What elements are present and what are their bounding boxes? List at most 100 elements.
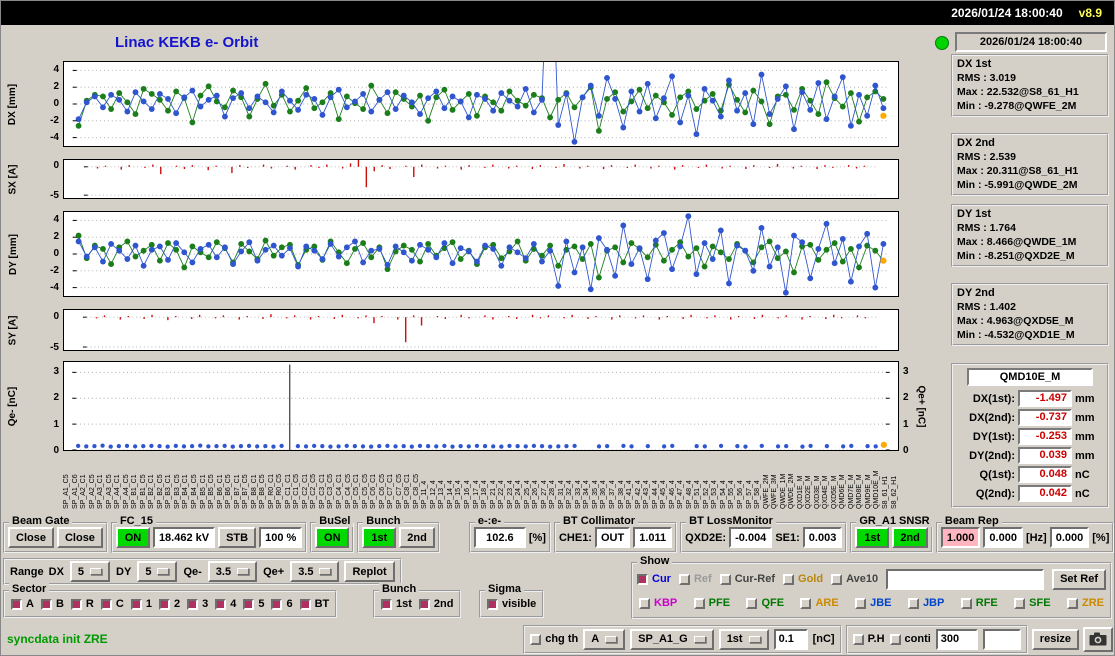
extra-input[interactable] xyxy=(982,628,1021,650)
ph-checkbox-box[interactable] xyxy=(852,633,864,645)
checkbox-box[interactable] xyxy=(639,597,650,609)
qmd-row-unit: mm xyxy=(1075,411,1095,424)
sigma-visible-checkbox[interactable]: visible xyxy=(487,598,536,610)
sector-3-checkbox[interactable]: 3 xyxy=(187,598,208,610)
checkbox-box[interactable] xyxy=(40,598,52,610)
bunch-2nd-button[interactable]: 2nd xyxy=(399,527,435,548)
sector-b-checkbox[interactable]: B xyxy=(40,598,64,610)
show-are-checkbox[interactable]: ARE xyxy=(800,597,839,609)
ph-checkbox[interactable]: P.H xyxy=(852,633,885,645)
qmd-row-unit: mm xyxy=(1075,392,1095,405)
checkbox-box[interactable] xyxy=(299,598,311,610)
checkbox-box[interactable] xyxy=(100,598,112,610)
bunch-2nd-checkbox[interactable]: 2nd xyxy=(418,598,453,610)
group-busel: BuSel ON xyxy=(310,515,355,553)
sector-select-combo[interactable]: A xyxy=(583,628,626,650)
conti-checkbox-box[interactable] xyxy=(889,633,901,645)
interval-input[interactable] xyxy=(935,628,978,650)
busel-on-button[interactable]: ON xyxy=(315,527,350,548)
checkbox-box[interactable] xyxy=(907,597,919,609)
bunch-1st-button[interactable]: 1st xyxy=(362,527,397,548)
checkbox-box[interactable] xyxy=(187,598,199,610)
show-rfe-checkbox[interactable]: RFE xyxy=(960,597,998,609)
checkbox-box[interactable] xyxy=(215,598,227,610)
checkbox-box[interactable] xyxy=(678,573,690,585)
bpm-select-combo[interactable]: SP_A1_G xyxy=(630,628,714,650)
qmd-panel: QMD10E_M DX(1st): -1.497 mm DX(2nd): -0.737 m… xyxy=(951,363,1109,508)
main-window: 2026/01/24 18:00:40 v8.9 Linac KEKB e- O… xyxy=(0,0,1115,656)
range-dx-combo[interactable]: 5 xyxy=(69,561,111,582)
qmd-row-label: DX(1st): xyxy=(972,392,1015,405)
fc15-stb-button[interactable]: STB xyxy=(218,527,257,548)
group-beam-rep: Beam Rep 1.000 0.000 [Hz] 0.000 [%] xyxy=(935,515,1114,553)
qmd-row-unit: mm xyxy=(1075,449,1095,462)
beam-gate-close-2-button[interactable]: Close xyxy=(56,527,103,548)
checkbox-label: KBP xyxy=(654,597,678,609)
gr-snsr-1st-button[interactable]: 1st xyxy=(855,527,890,548)
show-zre-checkbox[interactable]: ZRE xyxy=(1066,597,1104,609)
fc15-on-button[interactable]: ON xyxy=(115,527,150,548)
show-cur-ref-checkbox[interactable]: Cur-Ref xyxy=(719,573,775,585)
checkbox-box[interactable] xyxy=(783,573,795,585)
sector-6-checkbox[interactable]: 6 xyxy=(271,598,293,610)
checkbox-box[interactable] xyxy=(130,598,142,610)
checkbox-box[interactable] xyxy=(800,597,812,609)
set-ref-input[interactable] xyxy=(886,568,1045,590)
che1-label: CHE1: xyxy=(558,531,592,544)
beam-gate-close-1-button[interactable]: Close xyxy=(8,527,54,548)
sector-c-checkbox[interactable]: C xyxy=(100,598,124,610)
checkbox-box[interactable] xyxy=(487,598,498,610)
sector-2-checkbox[interactable]: 2 xyxy=(158,598,180,610)
sector-r-checkbox[interactable]: R xyxy=(70,598,94,610)
screenshot-button[interactable] xyxy=(1083,626,1113,652)
checkbox-box[interactable] xyxy=(693,597,705,609)
show-qfe-checkbox[interactable]: QFE xyxy=(746,597,784,609)
range-dy-combo[interactable]: 5 xyxy=(137,561,178,582)
gr-snsr-2nd-button[interactable]: 2nd xyxy=(892,527,928,548)
threshold-input[interactable] xyxy=(773,628,808,650)
show-pfe-checkbox[interactable]: PFE xyxy=(693,597,730,609)
x-axis-label: SP_21_4 xyxy=(489,480,497,509)
chg-th-checkbox[interactable]: chg th xyxy=(530,633,578,645)
checkbox-box[interactable] xyxy=(243,598,255,610)
show-jbe-checkbox[interactable]: JBE xyxy=(855,597,892,609)
bunch-select-combo[interactable]: 1st xyxy=(718,628,769,650)
sector-1-checkbox[interactable]: 1 xyxy=(130,598,152,610)
sector-5-checkbox[interactable]: 5 xyxy=(243,598,264,610)
checkbox-box[interactable] xyxy=(271,598,283,610)
checkbox-box[interactable] xyxy=(381,598,392,610)
checkbox-box[interactable] xyxy=(855,597,867,609)
resize-button[interactable]: resize xyxy=(1031,628,1079,650)
show-kbp-checkbox[interactable]: KBP xyxy=(639,597,677,609)
checkbox-box[interactable] xyxy=(1014,597,1026,609)
x-axis-label: SP_A3_C1 xyxy=(97,474,105,509)
replot-button[interactable]: Replot xyxy=(344,561,395,582)
timestamp-display: 2026/01/24 18:00:40 xyxy=(955,32,1107,52)
show-jbp-checkbox[interactable]: JBP xyxy=(907,597,944,609)
sector-4-checkbox[interactable]: 4 xyxy=(215,598,236,610)
checkbox-box[interactable] xyxy=(158,598,170,610)
checkbox-box[interactable] xyxy=(70,598,82,610)
show-cur-checkbox[interactable]: Cur xyxy=(637,573,671,585)
show-gold-checkbox[interactable]: Gold xyxy=(783,573,823,585)
chg-th-checkbox-box[interactable] xyxy=(530,633,542,645)
set-ref-button[interactable]: Set Ref xyxy=(1052,568,1106,590)
show-ref-checkbox[interactable]: Ref xyxy=(678,573,712,585)
checkbox-box[interactable] xyxy=(831,573,843,585)
sector-bt-checkbox[interactable]: BT xyxy=(299,598,329,610)
checkbox-box[interactable] xyxy=(11,598,22,610)
checkbox-box[interactable] xyxy=(746,597,758,609)
range-qeplus-combo[interactable]: 3.5 xyxy=(290,561,340,582)
checkbox-box[interactable] xyxy=(418,598,430,610)
show-sfe-checkbox[interactable]: SFE xyxy=(1014,597,1051,609)
checkbox-box[interactable] xyxy=(960,597,972,609)
checkbox-box[interactable] xyxy=(637,573,648,585)
conti-checkbox[interactable]: conti xyxy=(889,633,931,645)
range-qeminus-combo[interactable]: 3.5 xyxy=(207,561,258,582)
sector-a-checkbox[interactable]: A xyxy=(11,598,34,610)
checkbox-box[interactable] xyxy=(719,573,731,585)
x-axis-label: SP_B8_C5 xyxy=(259,474,267,509)
bunch-1st-checkbox[interactable]: 1st xyxy=(381,598,412,610)
checkbox-box[interactable] xyxy=(1066,597,1078,609)
show-ave10-checkbox[interactable]: Ave10 xyxy=(831,573,878,585)
